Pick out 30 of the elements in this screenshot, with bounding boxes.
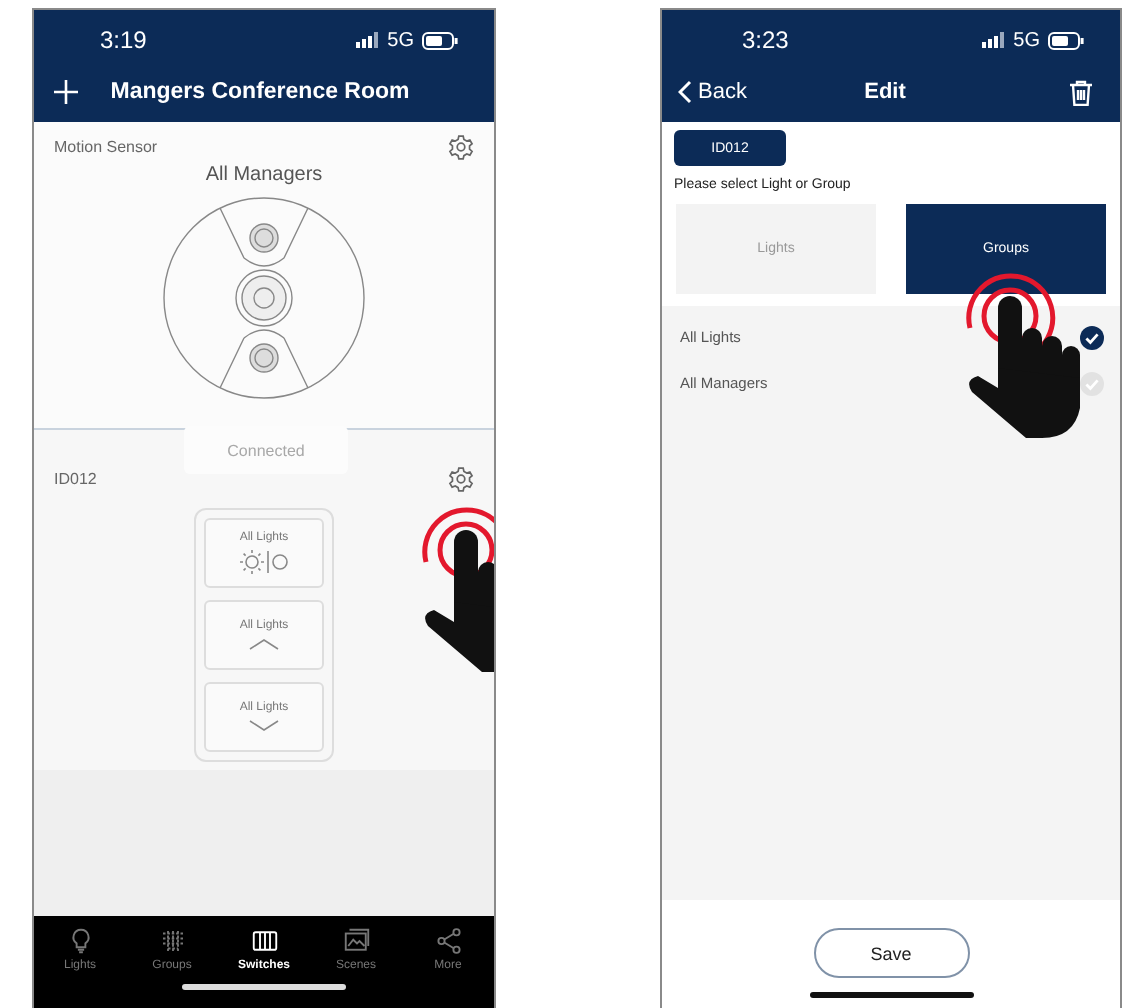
screen-title: Edit xyxy=(862,80,908,104)
status-time: 3:19 xyxy=(100,26,147,54)
status-time: 3:23 xyxy=(742,26,789,54)
back-button[interactable]: Back xyxy=(678,80,798,104)
settings-icon[interactable] xyxy=(448,466,474,492)
sun-off-icon xyxy=(238,550,290,574)
trash-icon[interactable] xyxy=(1070,79,1092,105)
add-icon[interactable] xyxy=(54,80,78,104)
chevron-down-icon xyxy=(248,720,280,732)
tab-icon xyxy=(157,926,187,956)
signal-icon xyxy=(981,32,1006,48)
chevron-left-icon xyxy=(678,80,692,104)
tab-icon xyxy=(249,926,279,956)
signal-icon xyxy=(355,32,380,48)
connected-toast: Connected xyxy=(184,426,348,474)
settings-icon[interactable] xyxy=(448,134,474,160)
network-label: 5G xyxy=(1013,29,1040,51)
chevron-up-icon xyxy=(248,638,280,650)
save-button[interactable]: Save xyxy=(813,928,969,978)
screen-title: Mangers Conference Room xyxy=(108,80,412,104)
check-icon[interactable] xyxy=(1080,325,1104,349)
switch-label: ID012 xyxy=(54,470,97,488)
group-name: All Managers xyxy=(203,164,325,186)
tab-icon xyxy=(433,926,463,956)
tab-icon xyxy=(341,926,371,956)
battery-icon xyxy=(422,31,458,49)
check-icon[interactable] xyxy=(1080,371,1104,395)
battery-icon xyxy=(1048,31,1084,49)
sensor-label: Motion Sensor xyxy=(54,138,158,156)
network-label: 5G xyxy=(387,29,414,51)
